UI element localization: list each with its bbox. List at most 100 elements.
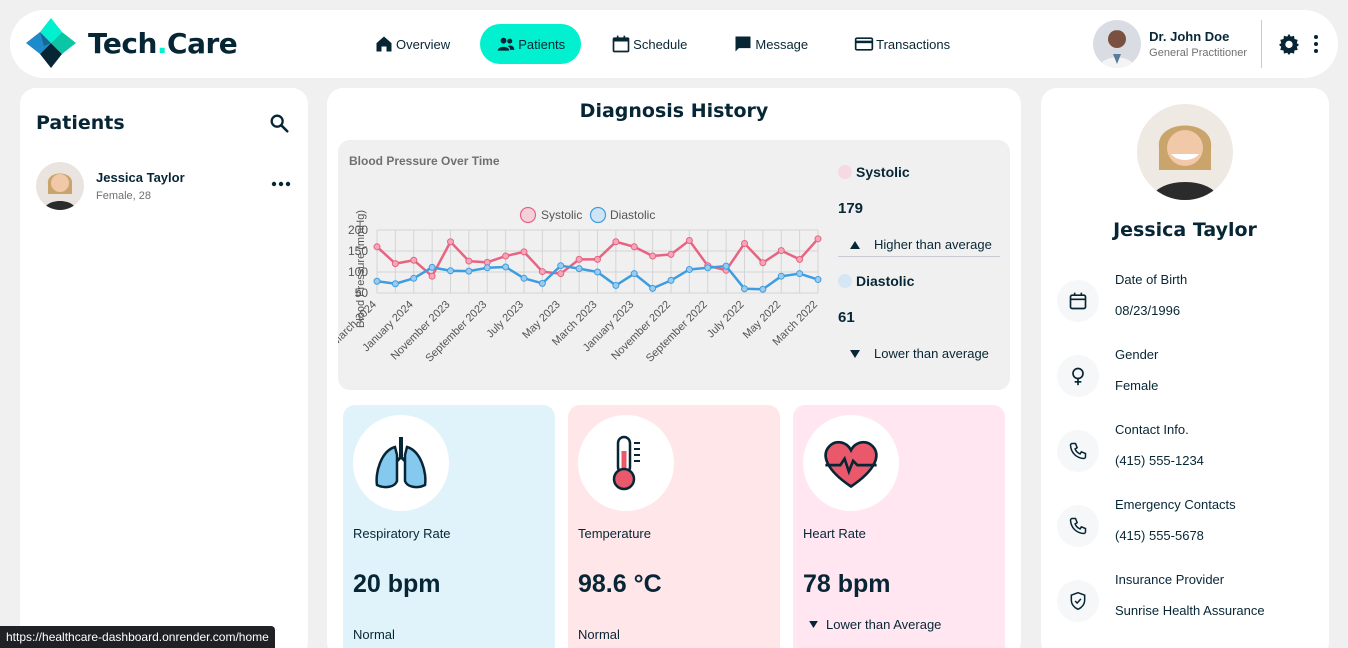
systolic-value: 179 (838, 200, 864, 217)
patient-name: Jessica Taylor (96, 170, 185, 185)
patient-avatar (36, 162, 84, 210)
x-tick-label: July 2023 (484, 299, 526, 341)
vital-status-text: Lower than Average (826, 617, 942, 632)
data-point (391, 280, 399, 288)
vital-label: Respiratory Rate (353, 526, 451, 541)
data-point (741, 285, 748, 293)
phone-icon (1069, 517, 1087, 535)
systolic-dot (838, 165, 852, 179)
diagnosis-history-panel: Diagnosis History Blood Pressure Over Ti… (327, 88, 1021, 648)
data-point (520, 248, 528, 256)
data-point (685, 237, 693, 244)
y-tick-label: 200 (348, 223, 368, 237)
top-navbar: Tech.Care Overview Patients Schedule Mes… (10, 10, 1338, 78)
nav-overview-label: Overview (396, 36, 451, 52)
vital-label: Temperature (578, 526, 651, 541)
data-point (704, 264, 712, 272)
info-label: Emergency Contacts (1115, 497, 1236, 512)
nav-message[interactable]: Message (717, 24, 824, 64)
vital-status: Normal (353, 627, 395, 642)
data-point (373, 243, 381, 251)
nav-schedule[interactable]: Schedule (595, 24, 703, 64)
doctor-avatar[interactable] (1093, 20, 1142, 68)
female-icon (1072, 367, 1084, 386)
info-label: Insurance Provider (1115, 572, 1225, 587)
data-point (428, 272, 436, 280)
gear-icon[interactable] (1278, 33, 1300, 55)
logo[interactable]: Tech.Care (26, 18, 238, 68)
temperature-card: Temperature 98.6 °C Normal (568, 405, 780, 648)
data-point (777, 272, 785, 280)
data-point (483, 264, 491, 272)
data-point (465, 257, 473, 265)
credit-card-icon (854, 37, 874, 51)
data-point (410, 256, 418, 264)
nav-transactions-label: Transactions (876, 36, 951, 52)
info-emergency-contact: Emergency Contacts (415) 555-5678 (1057, 497, 1317, 547)
diastolic-trend-text: Lower than average (874, 346, 989, 361)
respiratory-rate-card: Respiratory Rate 20 bpm Normal (343, 405, 555, 648)
search-icon[interactable] (268, 112, 290, 134)
patient-details: Female, 28 (96, 190, 152, 202)
systolic-trend-text: Higher than average (874, 237, 992, 252)
data-point (759, 285, 767, 293)
data-point (685, 265, 693, 273)
data-point (594, 255, 601, 263)
data-point (410, 274, 418, 282)
data-point (538, 268, 546, 276)
vital-icon-wrap (578, 415, 674, 511)
nav-transactions[interactable]: Transactions (838, 24, 966, 64)
info-value: (415) 555-1234 (1115, 453, 1204, 468)
data-point (520, 274, 528, 282)
info-value: 08/23/1996 (1115, 303, 1181, 318)
blood-pressure-chart: Blood Pressure Over Time Systolic Diasto… (338, 154, 822, 365)
legend-systolic-label: Systolic (541, 208, 582, 222)
data-point (594, 268, 601, 276)
divider (1261, 20, 1262, 68)
info-value: (415) 555-5678 (1115, 528, 1204, 543)
data-point (538, 279, 546, 287)
phone-icon (1069, 442, 1087, 460)
data-point (447, 238, 454, 246)
info-label: Date of Birth (1115, 272, 1188, 287)
x-tick-label: July 2022 (705, 299, 747, 341)
diagnosis-title: Diagnosis History (579, 100, 769, 122)
data-point (722, 262, 730, 270)
chart-legend[interactable]: Systolic Diastolic (519, 206, 656, 224)
patient-list-item[interactable]: Jessica Taylor Female, 28 (36, 162, 296, 210)
more-horizontal-icon[interactable] (270, 178, 292, 190)
data-point (575, 265, 583, 273)
data-point (667, 250, 675, 258)
bp-summary: Systolic 179 Higher than average Diastol… (838, 164, 1000, 365)
y-tick-label: 150 (348, 244, 368, 258)
nav-patients[interactable]: Patients (480, 24, 582, 64)
calendar-icon (612, 35, 630, 53)
data-point (777, 247, 785, 255)
data-point (667, 276, 675, 284)
info-icon-wrap (1057, 430, 1099, 472)
calendar-icon (1069, 292, 1087, 310)
info-date-of-birth: Date of Birth 08/23/1996 (1057, 272, 1317, 322)
chart-title: Blood Pressure Over Time (349, 154, 500, 168)
diastolic-value: 61 (838, 309, 855, 326)
diastolic-dot (838, 274, 852, 288)
more-vertical-icon[interactable] (1308, 33, 1324, 55)
legend-diastolic-label: Diastolic (610, 208, 655, 222)
data-point (759, 259, 767, 267)
heart-rate-card: Heart Rate 78 bpm Lower than Average (793, 405, 1005, 648)
nav-overview[interactable]: Overview (358, 24, 466, 64)
info-value: Female (1115, 378, 1159, 393)
logo-text: Tech.Care (88, 26, 238, 60)
lungs-icon (375, 437, 427, 489)
data-point (814, 235, 822, 243)
data-point (649, 252, 657, 260)
info-gender: Gender Female (1057, 347, 1317, 397)
nav-message-label: Message (755, 36, 809, 52)
vital-status: Lower than Average (803, 617, 941, 632)
info-contact: Contact Info. (415) 555-1234 (1057, 422, 1317, 472)
user-menu: Dr. John Doe General Practitioner (1093, 20, 1324, 68)
data-point (373, 277, 381, 285)
info-value: Sunrise Health Assurance (1115, 603, 1265, 618)
info-icon-wrap (1057, 280, 1099, 322)
info-insurance: Insurance Provider Sunrise Health Assura… (1057, 572, 1317, 622)
